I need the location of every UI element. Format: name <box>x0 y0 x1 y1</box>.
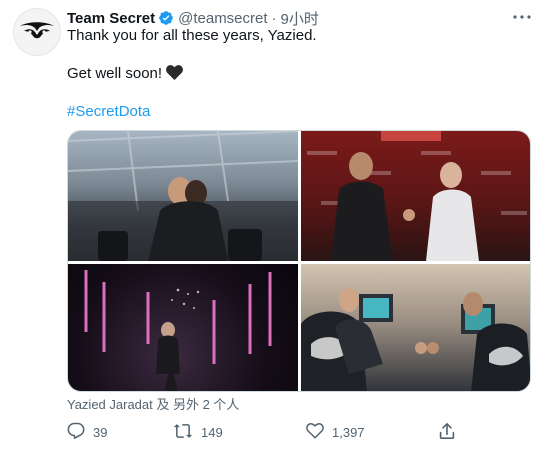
avatar[interactable] <box>13 8 61 56</box>
photo-handshake[interactable] <box>301 131 530 261</box>
retweet-icon <box>173 422 201 443</box>
tweet-text-line: Get well soon! <box>67 64 183 86</box>
share-button[interactable] <box>439 421 463 443</box>
like-count: 1,397 <box>332 424 365 440</box>
like-icon <box>306 422 332 443</box>
author-name[interactable]: Team Secret <box>67 10 155 27</box>
more-options-icon[interactable] <box>512 9 532 25</box>
black-heart-emoji-icon <box>166 65 183 86</box>
author-handle[interactable]: @teamsecret <box>178 10 267 27</box>
tagged-people-link[interactable]: Yazied Jaradat 及 另外 2 个人 <box>67 394 239 413</box>
like-button[interactable]: 1,397 <box>306 421 365 443</box>
tweet: Team Secret @teamsecret · 9小时 Thank you … <box>0 0 550 450</box>
reply-count: 39 <box>93 424 108 440</box>
share-icon <box>439 422 463 443</box>
photo-fistbump[interactable] <box>301 264 530 391</box>
reply-icon <box>67 422 93 443</box>
team-secret-logo-icon <box>20 22 54 39</box>
photo-stage[interactable] <box>68 264 298 391</box>
action-bar: 39 149 1,397 <box>67 421 531 443</box>
retweet-count: 149 <box>201 424 223 440</box>
tweet-text: Get well soon! <box>67 65 163 82</box>
retweet-button[interactable]: 149 <box>173 421 223 443</box>
tweet-text-line: Thank you for all these years, Yazied. <box>67 27 317 44</box>
hashtag-link[interactable]: #SecretDota <box>67 102 150 122</box>
photo-grid <box>67 130 531 392</box>
tweet-header: Team Secret @teamsecret · 9小时 <box>67 8 319 28</box>
verified-badge-icon <box>158 10 174 26</box>
separator-dot: · <box>271 9 277 27</box>
reply-button[interactable]: 39 <box>67 421 107 443</box>
photo-hug[interactable] <box>68 131 298 261</box>
